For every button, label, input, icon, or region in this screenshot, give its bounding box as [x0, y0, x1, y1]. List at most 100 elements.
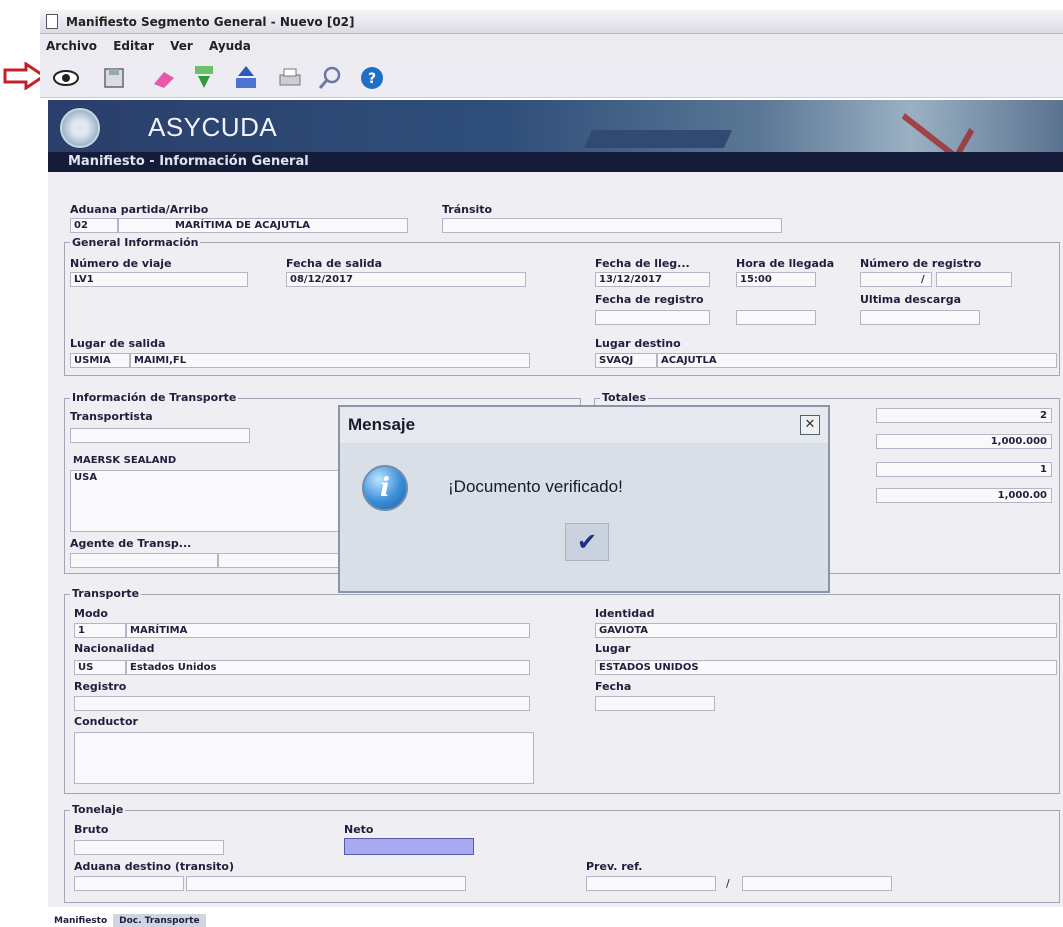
window-title-bar: Manifiesto Segmento General - Nuevo [02] — [40, 10, 1063, 34]
aduana-destino-label: Aduana destino (transito) — [74, 860, 234, 873]
search-icon[interactable] — [316, 64, 344, 92]
conductor-field[interactable] — [74, 732, 534, 784]
llegada-field[interactable]: 13/12/2017 — [595, 272, 710, 287]
prev-ref-separator: / — [726, 877, 730, 890]
delete-icon[interactable] — [150, 64, 178, 92]
asycuda-banner: ASYCUDA Manifiesto - Información General — [48, 88, 1063, 172]
banner-graphic — [583, 130, 733, 148]
llegada-label: Fecha de lleg... — [595, 257, 690, 270]
brand-name: ASYCUDA — [148, 112, 278, 142]
dialog-message: ¡Documento verificado! — [448, 477, 623, 496]
identidad-field[interactable]: GAVIOTA — [595, 623, 1057, 638]
lugar-salida-name-field[interactable]: MAIMI,FL — [130, 353, 530, 368]
total-value-2[interactable]: 1,000.000 — [876, 434, 1052, 449]
menu-bar: Archivo Editar Ver Ayuda — [40, 34, 1063, 58]
transporte-title: Transporte — [70, 587, 142, 600]
ultima-label: Ultima descarga — [860, 293, 961, 306]
viaje-label: Número de viaje — [70, 257, 172, 270]
prev-ref-field-1[interactable] — [586, 876, 716, 891]
prev-ref-field-2[interactable] — [742, 876, 892, 891]
un-logo-icon — [60, 108, 100, 148]
help-icon[interactable]: ? — [358, 64, 386, 92]
totales-title: Totales — [600, 391, 649, 404]
total-value-3[interactable]: 1 — [876, 462, 1052, 477]
upload-xml-icon[interactable] — [232, 64, 260, 92]
registro-field[interactable]: / — [860, 272, 932, 287]
view-icon[interactable] — [52, 64, 80, 92]
modo-label: Modo — [74, 607, 108, 620]
transport-info-title: Información de Transporte — [70, 391, 239, 404]
hora-field[interactable]: 15:00 — [736, 272, 816, 287]
tab-doc-transporte[interactable]: Doc. Transporte — [113, 914, 206, 927]
neto-label: Neto — [344, 823, 374, 836]
aduana-destino-code-field[interactable] — [74, 876, 184, 891]
message-dialog: Mensaje ✕ i ¡Documento verificado! ✔ — [338, 405, 830, 593]
print-icon[interactable] — [276, 64, 304, 92]
identidad-label: Identidad — [595, 607, 655, 620]
aduana-label: Aduana partida/Arribo — [70, 203, 209, 216]
fecha-field[interactable] — [595, 696, 715, 711]
fecha-registro-field[interactable] — [595, 310, 710, 325]
salida-label: Fecha de salida — [286, 257, 383, 270]
fecha-registro-label: Fecha de registro — [595, 293, 704, 306]
toolbar: ? — [40, 58, 1063, 98]
neto-field[interactable] — [344, 838, 474, 855]
registro-label: Número de registro — [860, 257, 982, 270]
lugar-destino-name-field[interactable]: ACAJUTLA — [657, 353, 1057, 368]
menu-ayuda[interactable]: Ayuda — [203, 34, 257, 58]
banner-checkmark-icon — [901, 88, 975, 162]
dialog-title: Mensaje — [340, 407, 828, 443]
agente-label: Agente de Transp... — [70, 537, 192, 550]
agente-code-field[interactable] — [70, 553, 218, 568]
transportista-code-field[interactable] — [70, 428, 250, 443]
transito-label: Tránsito — [442, 203, 493, 216]
registro-transp-field[interactable] — [74, 696, 530, 711]
viaje-field[interactable]: LV1 — [70, 272, 248, 287]
salida-field[interactable]: 08/12/2017 — [286, 272, 526, 287]
transito-field[interactable] — [442, 218, 782, 233]
fecha-registro-time-field[interactable] — [736, 310, 816, 325]
menu-editar[interactable]: Editar — [107, 34, 160, 58]
save-icon[interactable] — [100, 64, 128, 92]
fecha-label: Fecha — [595, 680, 632, 693]
aduana-code-field[interactable]: 02 — [70, 218, 118, 233]
lugar-field[interactable]: ESTADOS UNIDOS — [595, 660, 1057, 675]
transportista-address-field[interactable]: USA — [70, 470, 370, 532]
prev-ref-label: Prev. ref. — [586, 860, 643, 873]
lugar-destino-label: Lugar destino — [595, 337, 681, 350]
transportista-name-field[interactable]: MAERSK SEALAND — [70, 454, 370, 469]
svg-text:?: ? — [368, 71, 376, 87]
conductor-label: Conductor — [74, 715, 138, 728]
tonelaje-title: Tonelaje — [70, 803, 126, 816]
window-title: Manifiesto Segmento General - Nuevo [02] — [66, 15, 355, 29]
ok-button[interactable]: ✔ — [565, 523, 609, 561]
general-info-title: General Información — [70, 236, 201, 249]
nacionalidad-name-field[interactable]: Estados Unidos — [126, 660, 530, 675]
transportista-label: Transportista — [70, 410, 153, 423]
registro-transp-label: Registro — [74, 680, 127, 693]
registro-field-2[interactable] — [936, 272, 1012, 287]
aduana-destino-name-field[interactable] — [186, 876, 466, 891]
menu-archivo[interactable]: Archivo — [40, 34, 103, 58]
nacionalidad-code-field[interactable]: US — [74, 660, 126, 675]
lugar-salida-code-field[interactable]: USMIA — [70, 353, 130, 368]
total-value-4[interactable]: 1,000.00 — [876, 488, 1052, 503]
menu-ver[interactable]: Ver — [164, 34, 199, 58]
total-value-1[interactable]: 2 — [876, 408, 1052, 423]
download-icon[interactable] — [190, 64, 218, 92]
aduana-name-field[interactable]: MARÍTIMA DE ACAJUTLA — [118, 218, 408, 233]
document-icon — [46, 14, 58, 29]
lugar-label: Lugar — [595, 642, 631, 655]
modo-name-field[interactable]: MARÍTIMA — [126, 623, 530, 638]
close-icon[interactable]: ✕ — [800, 415, 820, 435]
section-title: Manifiesto - Información General — [48, 152, 1063, 172]
modo-code-field[interactable]: 1 — [74, 623, 126, 638]
info-icon: i — [362, 465, 408, 511]
lugar-salida-label: Lugar de salida — [70, 337, 166, 350]
bruto-field[interactable] — [74, 840, 224, 855]
tab-manifiesto[interactable]: Manifiesto — [48, 914, 113, 927]
ultima-field[interactable] — [860, 310, 980, 325]
document-tabs: Manifiesto Doc. Transporte — [48, 913, 206, 927]
nacionalidad-label: Nacionalidad — [74, 642, 155, 655]
lugar-destino-code-field[interactable]: SVAQJ — [595, 353, 657, 368]
